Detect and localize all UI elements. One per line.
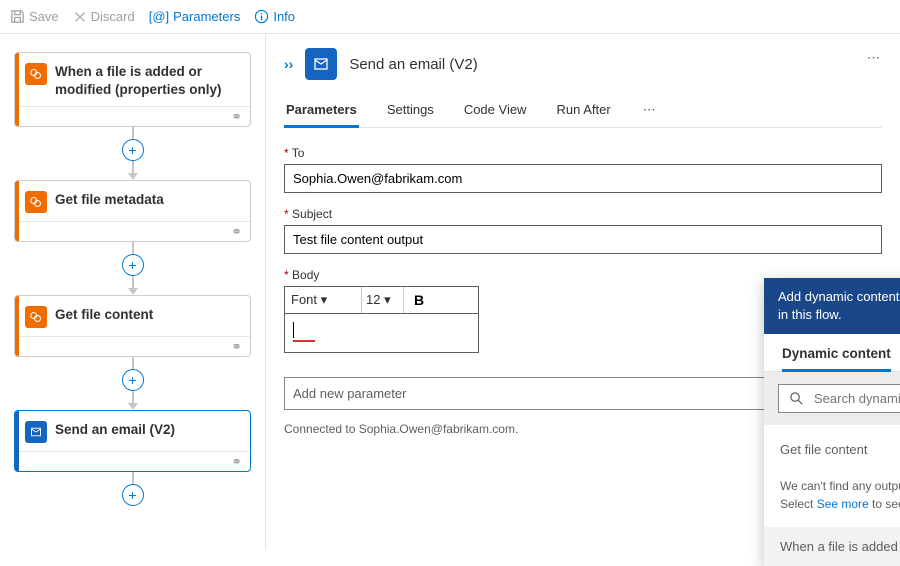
flow-step-trigger[interactable]: When a file is added or modified (proper… — [14, 52, 251, 127]
more-menu[interactable]: ⋯ — [867, 50, 880, 66]
dynamic-section-fileadded: When a file is added or updated See more — [764, 527, 900, 566]
tab-runafter[interactable]: Run After — [554, 94, 612, 127]
popup-header-text: Add dynamic content from the apps and co… — [778, 288, 900, 324]
link-icon: ⚭ — [231, 339, 242, 355]
bold-button[interactable]: B — [403, 287, 434, 313]
subject-label: Subject — [292, 207, 332, 221]
to-input[interactable] — [284, 164, 882, 193]
add-step-button[interactable]: + — [122, 369, 144, 391]
parameters-icon: [@] — [149, 9, 169, 24]
info-label: Info — [273, 9, 295, 24]
body-input[interactable] — [284, 313, 479, 353]
tab-dynamic-content[interactable]: Dynamic content — [782, 346, 891, 371]
add-step-button[interactable]: + — [122, 254, 144, 276]
font-select[interactable]: Font ▾ — [285, 287, 361, 313]
flow-step-content[interactable]: Get file content ⚭ — [14, 295, 251, 357]
sharepoint-icon — [25, 191, 47, 213]
outlook-icon — [305, 48, 337, 80]
link-icon: ⚭ — [231, 454, 242, 470]
tab-codeview[interactable]: Code View — [462, 94, 529, 127]
tab-parameters[interactable]: Parameters — [284, 94, 359, 127]
flow-step-email[interactable]: Send an email (V2) ⚭ — [14, 410, 251, 472]
parameters-button[interactable]: [@] Parameters — [149, 9, 241, 24]
subject-input[interactable] — [284, 225, 882, 254]
size-select[interactable]: 12 ▾ — [361, 287, 403, 313]
flow-step-title: Get file metadata — [55, 191, 164, 209]
chevron-down-icon: ▾ — [384, 292, 391, 307]
link-icon: ⚭ — [231, 224, 242, 240]
sharepoint-icon — [25, 63, 47, 85]
save-label: Save — [29, 9, 59, 24]
discard-icon — [73, 10, 87, 24]
see-more-link[interactable]: See more — [817, 497, 869, 511]
flow-step-title: Get file content — [55, 306, 153, 324]
dynamic-content-popup: Add dynamic content from the apps and co… — [764, 278, 900, 566]
parameters-label: Parameters — [173, 9, 240, 24]
dynamic-hint: We can't find any outputs to match this … — [764, 473, 900, 527]
detail-panel: ⋯ ›› Send an email (V2) Parameters Setti… — [266, 34, 900, 550]
flow-step-title: Send an email (V2) — [55, 421, 175, 439]
to-label: To — [292, 146, 305, 160]
body-toolbar: Font ▾ 12 ▾ B — [284, 286, 479, 313]
tab-settings[interactable]: Settings — [385, 94, 436, 127]
flow-step-metadata[interactable]: Get file metadata ⚭ — [14, 180, 251, 242]
add-step-button[interactable]: + — [122, 484, 144, 506]
search-input-field[interactable] — [814, 391, 900, 406]
save-button[interactable]: Save — [10, 9, 59, 24]
collapse-icon[interactable]: ›› — [284, 56, 293, 72]
search-dynamic-input[interactable] — [778, 384, 900, 413]
discard-label: Discard — [91, 9, 135, 24]
link-icon: ⚭ — [231, 109, 242, 125]
dynamic-section-filecontent: Get file content See more — [764, 425, 900, 473]
outlook-icon — [25, 421, 47, 443]
tab-more[interactable]: ⋯ — [639, 94, 660, 127]
flow-canvas: When a file is added or modified (proper… — [0, 34, 266, 550]
info-icon — [254, 9, 269, 24]
discard-button[interactable]: Discard — [73, 9, 135, 24]
info-button[interactable]: Info — [254, 9, 295, 24]
search-icon — [789, 391, 804, 406]
body-label: Body — [292, 268, 319, 282]
detail-tabs: Parameters Settings Code View Run After … — [284, 94, 882, 128]
add-step-button[interactable]: + — [122, 139, 144, 161]
sharepoint-icon — [25, 306, 47, 328]
flow-step-title: When a file is added or modified (proper… — [55, 63, 240, 98]
detail-title: Send an email (V2) — [349, 56, 477, 73]
chevron-down-icon: ▾ — [321, 292, 328, 307]
save-icon — [10, 9, 25, 24]
